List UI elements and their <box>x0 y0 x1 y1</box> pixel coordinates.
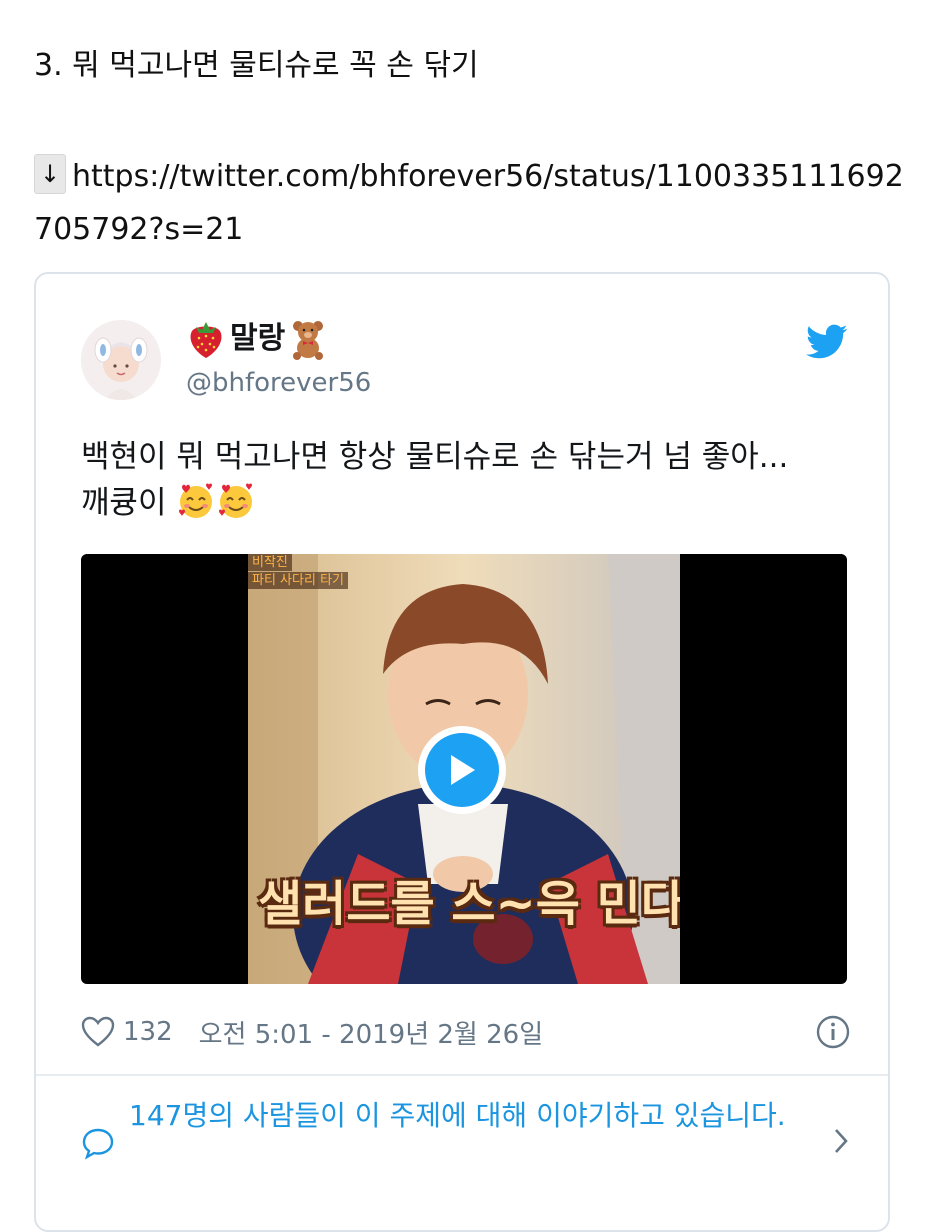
video-caption: 샐러드를 스~윽 민다 <box>258 876 680 932</box>
tweet-text-line2: 깨큥이 <box>81 480 861 526</box>
video-overlay-tag: 비작진 <box>248 554 292 571</box>
play-icon <box>425 733 499 807</box>
smiling-face-with-hearts-emoji <box>179 483 213 518</box>
speech-bubble-icon <box>82 1128 114 1160</box>
display-name-text: 말랑 <box>230 321 286 356</box>
display-name[interactable]: 말랑 <box>186 318 327 360</box>
tweet-text-line2-label: 깨큥이 <box>81 485 167 521</box>
twitter-bird-icon[interactable] <box>806 324 848 360</box>
avatar[interactable] <box>81 320 161 400</box>
embedded-tweet-card[interactable]: 말랑 @bhforever56 백현이 뭐 먹고나면 항상 물티슈로 손 닦는거… <box>34 272 890 1232</box>
down-arrow-icon: ↓ <box>34 154 66 194</box>
user-handle[interactable]: @bhforever56 <box>186 366 371 400</box>
divider <box>36 1074 888 1076</box>
tweet-meta-row: 132 오전 5:01 - 2019년 2월 26일 <box>81 1012 851 1052</box>
section-heading: 3. 뭐 먹고나면 물티슈로 꼭 손 닦기 <box>34 48 479 83</box>
info-icon[interactable] <box>815 1014 851 1050</box>
tweet-timestamp[interactable]: 오전 5:01 - 2019년 2월 26일 <box>199 1014 544 1051</box>
conversation-text[interactable]: 147명의 사람들이 이 주제에 대해 이야기하고 있습니다. <box>129 1096 809 1136</box>
teddy-bear-emoji <box>293 321 324 360</box>
strawberry-emoji <box>190 322 222 358</box>
like-count[interactable]: 132 <box>123 1017 173 1047</box>
heart-icon[interactable] <box>81 1016 115 1048</box>
video-player[interactable]: 비작진 파티 사다리 타기 샐러드를 스~윽 민다 <box>81 554 847 984</box>
chevron-right-icon[interactable] <box>831 1126 851 1156</box>
smiling-face-with-hearts-emoji <box>219 483 253 518</box>
conversation-link[interactable]: 147명의 사람들이 이 주제에 대해 이야기하고 있습니다. <box>81 1096 851 1160</box>
video-overlay-tag: 파티 사다리 타기 <box>248 572 348 589</box>
play-button[interactable] <box>418 726 506 814</box>
tweet-url[interactable]: https://twitter.com/bhforever56/status/1… <box>34 159 904 247</box>
tweet-link-block[interactable]: ↓ https://twitter.com/bhforever56/status/… <box>34 150 904 256</box>
tweet-text-line1: 백현이 뭐 먹고나면 항상 물티슈로 손 닦는거 넘 좋아... <box>81 439 789 475</box>
tweet-text: 백현이 뭐 먹고나면 항상 물티슈로 손 닦는거 넘 좋아... 깨큥이 <box>81 434 861 526</box>
